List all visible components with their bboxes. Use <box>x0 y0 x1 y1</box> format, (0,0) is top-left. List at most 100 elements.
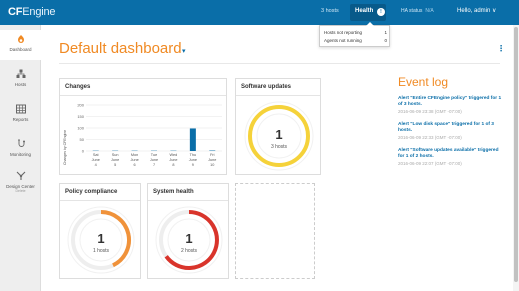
event-log-title: Event log <box>398 75 449 89</box>
hosts-icon <box>16 69 25 78</box>
scrollbar-thumb[interactable] <box>514 27 518 282</box>
sidebar-item-label: Dashboard <box>9 47 32 52</box>
widget-title-divider <box>148 200 228 201</box>
sidebar: Dashboard Hosts Reports Monitoring Desig… <box>0 25 41 291</box>
sidebar-item-label: Monitoring <box>9 152 31 157</box>
event-time: 2016-06-09 23:38 (GMT -07:00) <box>398 109 462 114</box>
gauge-unit: 3 hosts <box>271 144 288 150</box>
gauge-value: 1 <box>97 231 104 246</box>
policy-compliance-gauge: 1 1 hosts <box>67 206 135 274</box>
add-widget-placeholder[interactable] <box>235 183 315 279</box>
chart-x-tick-label: Wed <box>170 153 178 157</box>
chart-x-tick-label: Sat <box>93 153 100 157</box>
event-message: Alert "Low disk space" triggered for 1 o… <box>398 122 494 133</box>
chart-x-tick-label: 9 <box>192 163 194 167</box>
chart-x-tick-label: Sun <box>112 153 119 157</box>
chart-y-tick-label: 200 <box>77 103 84 108</box>
sidebar-item-dashboard[interactable]: Dashboard <box>0 30 41 60</box>
cfengine-logo[interactable]: CFEngine <box>8 6 56 18</box>
chart-x-tick-label: June <box>150 158 158 162</box>
event-message: Alert "Software updates available" trigg… <box>398 148 499 159</box>
top-bar: CFEngine 3 hosts Health ! HA status N/A H… <box>0 0 519 25</box>
event-message: Alert "Entire CFEngine policy" triggered… <box>398 96 502 107</box>
dropdown-item-hosts-not-reporting[interactable]: Hosts not reporting 1 <box>324 30 387 35</box>
chart-x-tick-label: Thu <box>190 153 197 157</box>
event-log-item[interactable]: Alert "Entire CFEngine policy" triggered… <box>398 96 506 115</box>
ha-status-label: HA status <box>401 8 423 14</box>
health-label: Health <box>355 8 374 14</box>
widget-title: System health <box>153 189 194 195</box>
chart-y-tick-label: 0 <box>82 149 85 154</box>
dropdown-item-count: 0 <box>384 38 387 43</box>
chart-y-tick-label: 50 <box>80 137 85 142</box>
page-title: Default dashboard <box>59 40 182 57</box>
sidebar-item-sublabel: Delete <box>15 189 26 193</box>
sidebar-item-hosts[interactable]: Hosts <box>0 65 41 95</box>
gauge-arc <box>100 210 131 268</box>
page-scrollbar[interactable] <box>513 25 519 291</box>
sidebar-item-label: Hosts <box>14 82 27 87</box>
gauge-value: 1 <box>275 127 282 142</box>
chart-x-tick-label: 10 <box>210 163 214 167</box>
chart-x-tick-label: Fri <box>210 153 215 157</box>
sidebar-item-design-center[interactable]: Design Center Delete <box>0 167 41 203</box>
sidebar-item-label: Reports <box>12 117 29 122</box>
dropdown-item-label: Hosts not reporting <box>324 30 363 35</box>
dropdown-item-label: Agents not running <box>324 38 362 43</box>
sidebar-item-monitoring[interactable]: Monitoring <box>0 135 41 165</box>
dropdown-item-agents-not-running[interactable]: Agents not running 0 <box>324 38 387 43</box>
chart-x-tick-label: Mon <box>131 153 138 157</box>
event-log-item[interactable]: Alert "Software updates available" trigg… <box>398 148 506 167</box>
sidebar-item-reports[interactable]: Reports <box>0 100 41 130</box>
chart-x-tick-label: 5 <box>114 163 116 167</box>
chart-x-tick-label: 4 <box>95 163 97 167</box>
software-updates-gauge: 1 3 hosts <box>244 101 314 171</box>
chart-y-tick-label: 100 <box>77 126 84 131</box>
dropdown-item-count: 1 <box>384 30 387 35</box>
ha-status-value: N/A <box>425 8 434 14</box>
title-divider <box>59 63 500 64</box>
dashboard-menu-icon[interactable]: ⋮ <box>497 44 505 53</box>
widget-title: Changes <box>65 84 91 90</box>
chart-x-tick-label: 7 <box>153 163 155 167</box>
changes-widget[interactable]: Changes Changes by CFEngine 200 150 100 50 0… <box>59 78 227 175</box>
widget-title-divider <box>236 95 320 96</box>
system-health-gauge: 1 2 hosts <box>155 206 223 274</box>
dashboard-select-chevron-icon[interactable]: ▾ <box>182 47 186 55</box>
event-time: 2016-06-09 22:33 (GMT -07:00) <box>398 135 462 140</box>
chart-x-tick-label: 6 <box>134 163 136 167</box>
chart-x-tick-label: Tue <box>151 153 157 157</box>
gauge-unit: 1 hosts <box>93 248 110 254</box>
chart-x-tick-label: June <box>189 158 197 162</box>
monitoring-icon <box>17 139 25 147</box>
gauge-value: 1 <box>185 231 192 246</box>
chart-x-tick-label: June <box>92 158 100 162</box>
dashboard-icon <box>17 35 24 43</box>
design-center-icon <box>16 171 25 180</box>
user-menu[interactable]: Hello, admin ∨ <box>457 7 496 14</box>
software-updates-widget[interactable]: Software updates 1 3 hosts <box>235 78 321 175</box>
reports-icon <box>15 104 26 114</box>
widget-title-divider <box>60 95 226 96</box>
chart-bar <box>189 128 196 151</box>
changes-bar-chart: 200150100500SatJune4SunJune5MonJune6TueJ… <box>77 103 222 167</box>
policy-compliance-widget[interactable]: Policy compliance 1 1 hosts <box>59 183 141 279</box>
event-time: 2016-06-09 22:07 (GMT -07:00) <box>398 161 462 166</box>
widget-title-divider <box>60 200 140 201</box>
chart-x-tick-label: June <box>208 158 216 162</box>
chart-x-tick-label: June <box>130 158 138 162</box>
chart-x-tick-label: 8 <box>172 163 174 167</box>
widget-title: Software updates <box>241 84 292 90</box>
gauge-unit: 2 hosts <box>181 248 198 254</box>
health-alert-icon: ! <box>377 8 385 16</box>
chart-x-tick-label: June <box>169 158 177 162</box>
hosts-count-link[interactable]: 3 hosts <box>321 8 339 14</box>
health-dropdown: Hosts not reporting 1 Agents not running… <box>319 22 390 47</box>
chart-y-axis-label: Changes by CFEngine <box>63 129 67 165</box>
ha-status[interactable]: HA status N/A <box>401 8 434 14</box>
system-health-widget[interactable]: System health 1 2 hosts <box>147 183 229 279</box>
widget-title: Policy compliance <box>65 189 118 195</box>
chart-y-tick-label: 150 <box>77 114 84 119</box>
event-log-item[interactable]: Alert "Low disk space" triggered for 1 o… <box>398 122 506 141</box>
health-button[interactable]: Health ! <box>350 4 386 21</box>
